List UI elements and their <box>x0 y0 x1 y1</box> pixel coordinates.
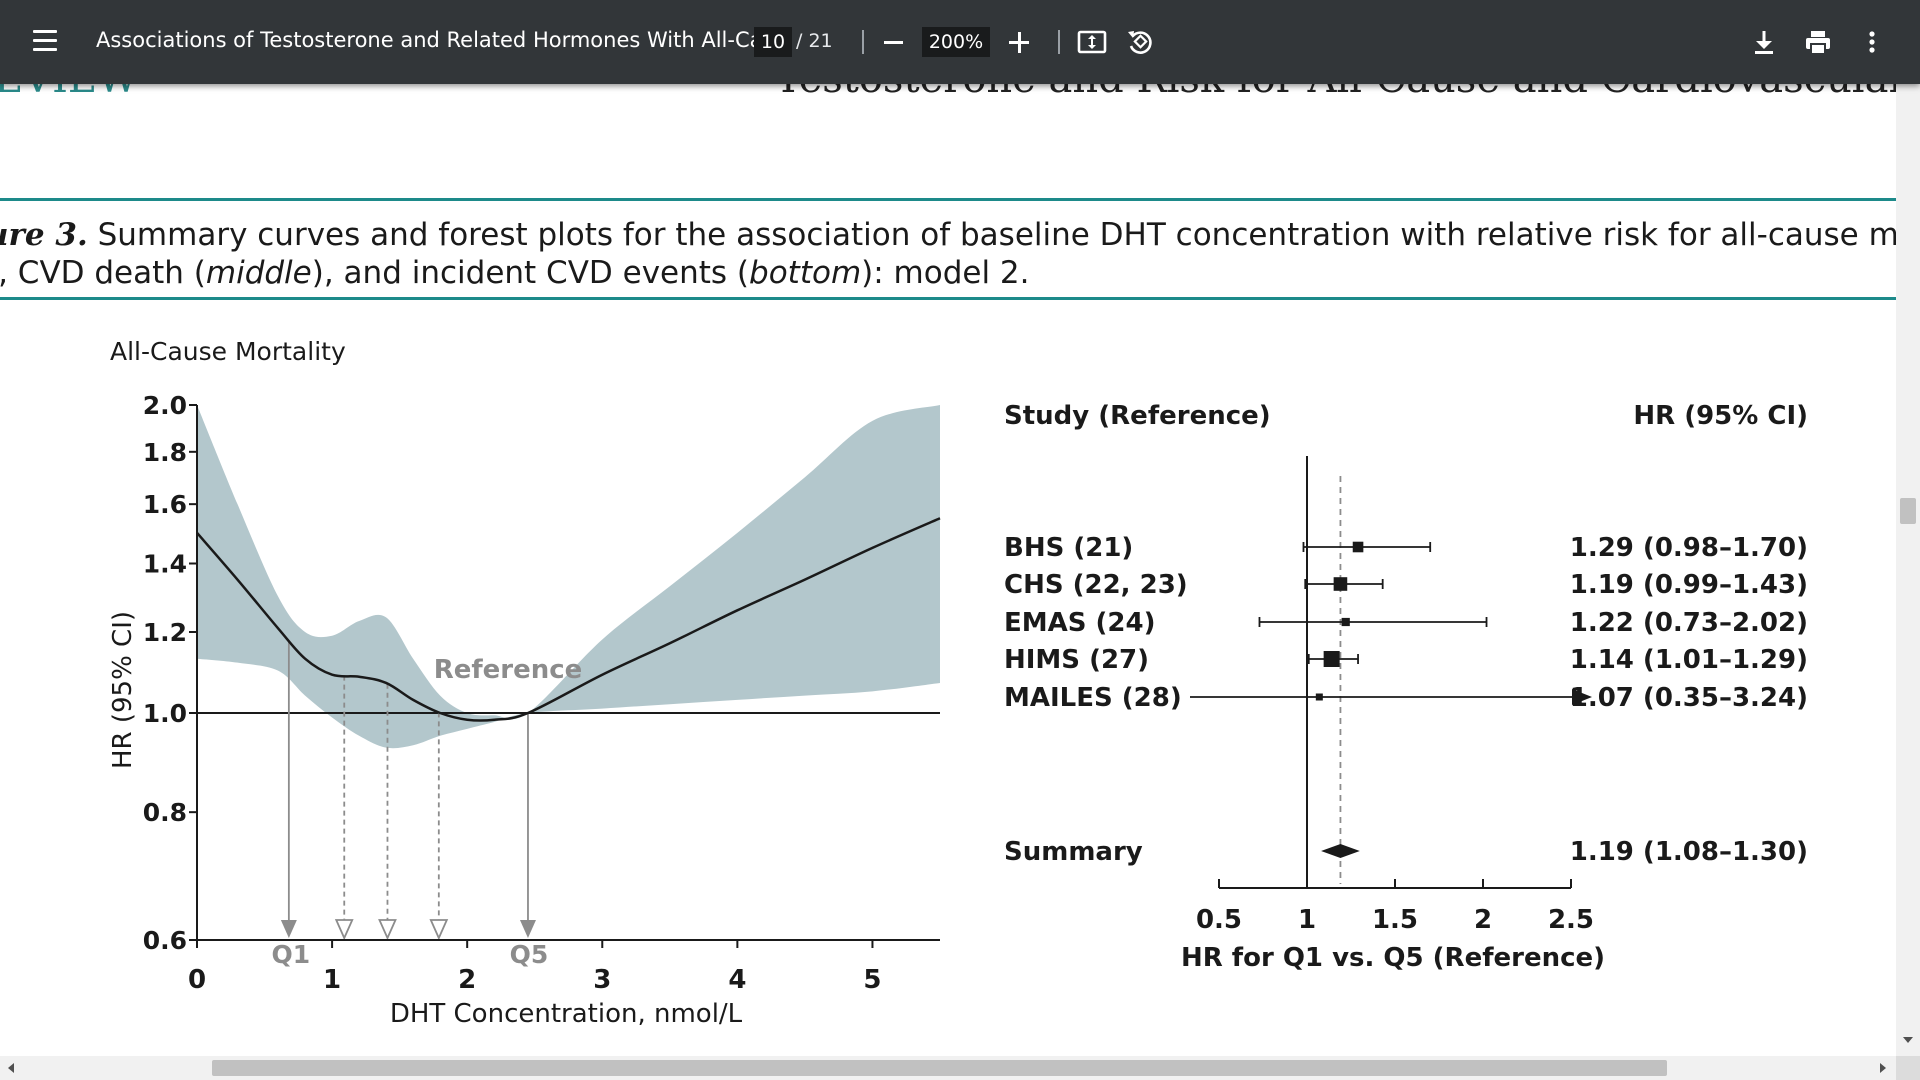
vertical-scrollbar[interactable] <box>1896 84 1920 1056</box>
forest-summary-value: 1.19 (1.08–1.30) <box>1570 837 1808 867</box>
quintile-arrow-open <box>429 919 449 941</box>
quintile-arrow-open <box>378 919 397 941</box>
horizontal-scroll-thumb[interactable] <box>212 1060 1667 1076</box>
x-tick-label: 4 <box>728 965 746 995</box>
study-label: CHS (22, 23) <box>1004 570 1188 600</box>
plus-icon <box>1017 32 1021 53</box>
study-label: EMAS (24) <box>1004 608 1155 638</box>
zoom-out-button[interactable] <box>880 24 908 60</box>
study-point-square <box>1315 693 1323 701</box>
forest-tick-label: 1 <box>1298 905 1316 935</box>
print-icon <box>1806 31 1830 55</box>
fit-to-page-button[interactable] <box>1074 24 1110 60</box>
toolbar-separator <box>1058 30 1060 54</box>
document-title: Associations of Testosterone and Related… <box>96 28 783 52</box>
reference-annotation: Reference <box>434 655 583 685</box>
study-point-square <box>1341 617 1350 627</box>
scroll-right-arrow-icon[interactable] <box>1880 1063 1886 1073</box>
download-icon <box>1755 31 1773 54</box>
forest-tick-label: 0.5 <box>1196 905 1242 935</box>
forest-tick-label: 2 <box>1474 905 1492 935</box>
curve-chart-title: All-Cause Mortality <box>110 337 346 366</box>
vertical-scroll-thumb[interactable] <box>1900 498 1916 524</box>
study-label: MAILES (28) <box>1004 683 1182 713</box>
y-tick-label: 1.8 <box>143 438 187 467</box>
forest-plot: Study (Reference) HR (95% CI) BHS (21) 1.… <box>1004 401 1808 973</box>
more-options-button[interactable] <box>1854 24 1890 60</box>
curve-x-label: DHT Concentration, nmol/L <box>390 999 743 1029</box>
study-hr-value: 1.29 (0.98–1.70) <box>1570 533 1808 563</box>
y-tick-label: 2.0 <box>143 391 187 420</box>
rotate-icon <box>1128 31 1152 54</box>
forest-x-label: HR for Q1 vs. Q5 (Reference) <box>1181 943 1605 973</box>
figure-plots: All-Cause Mortality 0.6 0.8 1.0 1.2 1.4 1.6 1.… <box>108 337 1808 1029</box>
y-tick-label: 0.6 <box>143 926 187 955</box>
y-tick-label: 1.0 <box>143 699 187 728</box>
x-tick-label: 0 <box>188 965 206 995</box>
zoom-level-input[interactable] <box>922 27 990 57</box>
forest-study-rows: BHS (21) 1.29 (0.98–1.70) CHS (22, 23) 1.19… <box>1004 533 1808 713</box>
summary-curve-chart: All-Cause Mortality 0.6 0.8 1.0 1.2 1.4 1.6 1.… <box>108 337 941 1029</box>
download-button[interactable] <box>1746 24 1782 60</box>
page-number-input[interactable] <box>754 27 792 57</box>
study-label: HIMS (27) <box>1004 645 1149 675</box>
forest-tick-label: 2.5 <box>1548 905 1594 935</box>
forest-study-row: CHS (22, 23) 1.19 (0.99–1.43) <box>1004 570 1808 600</box>
rotate-button[interactable] <box>1122 24 1158 60</box>
forest-tick-label: 1.5 <box>1372 905 1418 935</box>
ci-band <box>197 405 940 749</box>
study-point-square <box>1323 651 1340 667</box>
y-tick-label: 1.6 <box>143 490 187 519</box>
pdf-toolbar: Associations of Testosterone and Related… <box>0 0 1920 84</box>
y-tick-label: 1.2 <box>143 618 187 647</box>
quintile-arrow-solid <box>280 920 297 938</box>
study-point-square <box>1352 541 1364 553</box>
forest-summary-label: Summary <box>1004 837 1143 867</box>
study-hr-value: 1.19 (0.99–1.43) <box>1570 570 1808 600</box>
menu-icon[interactable] <box>30 28 60 56</box>
page-total: / 21 <box>796 30 833 52</box>
forest-study-row: MAILES (28) 1.07 (0.35–3.24) <box>1004 683 1808 713</box>
more-vert-icon <box>1869 31 1875 53</box>
forest-study-row: BHS (21) 1.29 (0.98–1.70) <box>1004 533 1808 563</box>
quintile-arrow-open <box>334 919 354 941</box>
scroll-left-arrow-icon[interactable] <box>8 1063 14 1073</box>
forest-study-row: HIMS (27) 1.14 (1.01–1.29) <box>1004 645 1808 675</box>
study-label: BHS (21) <box>1004 533 1133 563</box>
forest-hr-header: HR (95% CI) <box>1633 401 1808 431</box>
study-hr-value: 1.22 (0.73–2.02) <box>1570 608 1808 638</box>
scrollbar-corner <box>1896 1056 1920 1080</box>
study-point-square <box>1333 577 1348 591</box>
y-tick-label: 1.4 <box>143 549 187 578</box>
x-tick-label: 5 <box>863 965 881 995</box>
x-tick-label: 1 <box>323 965 341 995</box>
zoom-in-button[interactable] <box>1005 24 1035 60</box>
x-tick-label: 3 <box>593 965 611 995</box>
fit-page-icon <box>1077 30 1107 54</box>
horizontal-scrollbar[interactable] <box>0 1056 1896 1080</box>
toolbar-separator <box>862 30 864 54</box>
study-hr-value: 1.14 (1.01–1.29) <box>1570 645 1808 675</box>
x-tick-label: 2 <box>458 965 476 995</box>
forest-summary-diamond <box>1321 844 1360 858</box>
print-button[interactable] <box>1800 24 1836 60</box>
curve-y-ticks: 0.6 0.8 1.0 1.2 1.4 1.6 1.8 2.0 <box>143 391 197 955</box>
q1-label: Q1 <box>272 940 311 969</box>
quintile-arrow-solid <box>519 920 536 938</box>
scroll-down-arrow-icon[interactable] <box>1903 1037 1913 1043</box>
pdf-page: EVIEW Testosterone and Risk for All-Caus… <box>0 0 1896 1056</box>
curve-y-label: HR (95% CI) <box>108 611 138 769</box>
y-tick-label: 0.8 <box>143 798 187 827</box>
minus-icon <box>884 41 903 44</box>
study-hr-value: 1.07 (0.35–3.24) <box>1570 683 1808 713</box>
forest-study-row: EMAS (24) 1.22 (0.73–2.02) <box>1004 608 1808 638</box>
forest-study-header: Study (Reference) <box>1004 401 1271 431</box>
q5-label: Q5 <box>510 940 549 969</box>
